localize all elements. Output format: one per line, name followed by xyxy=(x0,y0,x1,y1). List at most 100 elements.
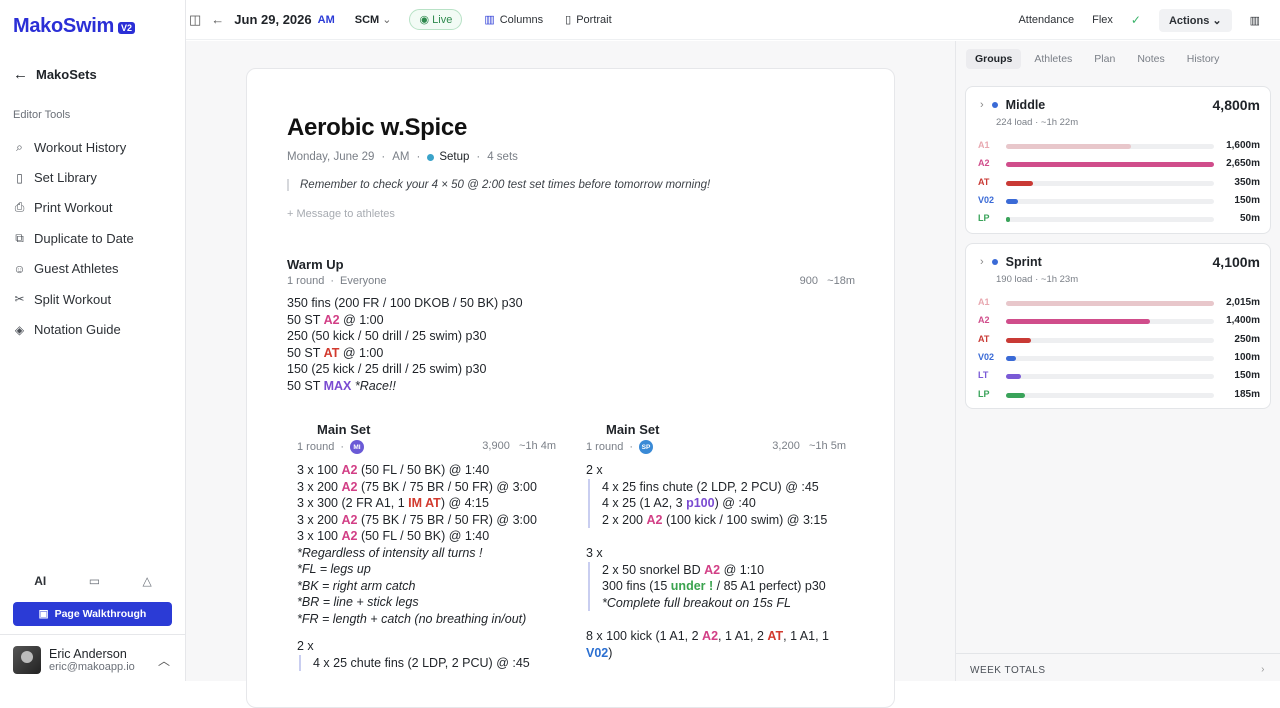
main-set-middle[interactable]: Main Set 1 round · MI 3,900 ~1h 4m 3 x 1… xyxy=(297,422,556,671)
main-set-sprint[interactable]: Main Set 1 round · SP 3,200 ~1h 5m 2 x 4… xyxy=(586,422,856,661)
sidebar-item-duplicate-to-date[interactable]: ⧉ Duplicate to Date xyxy=(13,223,134,253)
page-walkthrough-button[interactable]: ▣ Page Walkthrough xyxy=(13,602,172,626)
workout-type-label: Setup xyxy=(439,151,470,163)
tab-groups[interactable]: Groups xyxy=(966,49,1022,69)
set-totals: 3,200 ~1h 5m xyxy=(772,440,846,452)
columns-button[interactable]: ▥ Columns xyxy=(484,13,543,27)
search-icon: ⌕ xyxy=(16,139,23,154)
columns-icon: ▥ xyxy=(484,14,495,26)
set-lines: 3 x 100 A2 (50 FL / 50 BK) @ 1:40 3 x 20… xyxy=(297,462,556,671)
user-menu[interactable]: Eric Anderson eric@makoapp.io xyxy=(13,646,135,674)
portrait-button[interactable]: ▯ Portrait xyxy=(565,13,612,27)
bar-fill xyxy=(1006,144,1131,149)
set-line: 2 x 200 A2 (100 kick / 100 swim) @ 3:15 xyxy=(602,512,828,527)
group-card-middle[interactable]: › Middle 4,800m 224 load · ~1h 22m A1 1,6… xyxy=(965,86,1271,234)
group-header: › Middle xyxy=(980,98,1045,112)
live-button[interactable]: ◉ Live xyxy=(409,9,463,30)
set-line: 50 ST MAX *Race!! xyxy=(287,378,396,393)
walkthrough-label: Page Walkthrough xyxy=(54,608,147,620)
panel-layout-icon[interactable]: ▥ xyxy=(1250,14,1260,27)
bar-fill xyxy=(1006,180,1034,186)
intensity-value: 150m xyxy=(1234,370,1260,382)
workout-title[interactable]: Aerobic w.Spice xyxy=(287,114,467,142)
bell-icon[interactable]: △ xyxy=(143,574,152,588)
set-block: 4 x 25 fins chute (2 LDP, 2 PCU) @ :45 4… xyxy=(588,478,856,528)
sidebar-item-notation-guide[interactable]: ◈ Notation Guide xyxy=(13,314,134,344)
course-select[interactable]: SCM ⌄ xyxy=(355,13,392,26)
status-dot xyxy=(427,153,435,161)
tab-notes[interactable]: Notes xyxy=(1128,49,1173,69)
message-to-athletes[interactable]: + Message to athletes xyxy=(287,208,395,220)
date-picker[interactable]: Jun 29, 2026 xyxy=(234,12,311,27)
intensity-bar-at: AT 350m xyxy=(978,177,1260,189)
set-line: *BR = line + stick legs xyxy=(297,595,419,609)
week-totals[interactable]: WEEK TOTALS › xyxy=(956,653,1280,681)
user-email: eric@makoapp.io xyxy=(49,661,135,673)
separator: · xyxy=(381,151,386,163)
bar-fill xyxy=(1006,319,1150,325)
group-badge: MI xyxy=(349,440,364,454)
actions-menu-button[interactable]: Actions ⌄ xyxy=(1158,8,1232,32)
sidebar-item-label: Notation Guide xyxy=(34,322,121,338)
set-line: *Regardless of intensity all turns ! xyxy=(297,545,483,560)
chevron-right-icon[interactable]: › xyxy=(980,256,984,268)
set-line: 3 x xyxy=(586,546,603,560)
set-time: ~1h 5m xyxy=(809,440,846,452)
arrow-left-icon: ← xyxy=(13,66,28,83)
sidebar-toggle-icon[interactable]: ◫ xyxy=(189,12,201,28)
sidebar-item-label: Print Workout xyxy=(34,200,113,216)
set-line: 350 fins (200 FR / 100 DKOB / 50 BK) p30 xyxy=(287,296,523,310)
group-name: Sprint xyxy=(1005,255,1042,269)
separator: · xyxy=(629,441,633,453)
set-line: 3 x 100 A2 (50 FL / 50 BK) @ 1:40 xyxy=(297,529,490,543)
intensity-label: A1 xyxy=(978,140,990,150)
set-time: ~18m xyxy=(827,275,855,287)
set-line: 2 x 50 snorkel BD A2 @ 1:10 xyxy=(602,562,765,577)
intensity-value: 2,015m xyxy=(1226,297,1260,308)
set-line: *FL = legs up xyxy=(297,562,371,576)
intensity-value: 250m xyxy=(1234,333,1260,345)
actions-label: Actions xyxy=(1168,14,1210,27)
workout-note[interactable]: Remember to check your 4 × 50 @ 2:00 tes… xyxy=(287,179,710,191)
right-panel: Groups Athletes Plan Notes History › Mid… xyxy=(955,41,1280,681)
book-icon: ▯ xyxy=(16,170,23,185)
flex-button[interactable]: Flex xyxy=(1092,14,1113,26)
chevron-right-icon[interactable]: › xyxy=(980,99,984,111)
sidebar-item-label: Split Workout xyxy=(34,291,112,307)
sidebar-item-workout-history[interactable]: ⌕ Workout History xyxy=(13,132,134,162)
intensity-value: 100m xyxy=(1234,351,1260,363)
set-line: 3 x 200 A2 (75 BK / 75 BR / 50 FR) @ 3:0… xyxy=(297,479,537,494)
bar-track xyxy=(1006,337,1214,343)
user-plus-icon: ☺ xyxy=(13,261,26,276)
editor-tools-label: Editor Tools xyxy=(13,109,71,121)
bar-track xyxy=(1006,217,1214,223)
back-to-makosets[interactable]: ← MakoSets xyxy=(13,66,97,83)
week-totals-label: WEEK TOTALS xyxy=(970,665,1046,676)
intensity-label: AT xyxy=(978,176,990,187)
tab-athletes[interactable]: Athletes xyxy=(1025,49,1081,69)
portrait-label: Portrait xyxy=(576,13,612,26)
ai-tab[interactable]: AI xyxy=(34,574,46,588)
sidebar-item-split-workout[interactable]: ✂ Split Workout xyxy=(13,284,134,314)
set-line: *FR = length + catch (no breathing in/ou… xyxy=(297,611,527,626)
sidebar-item-print-workout[interactable]: ⎙ Print Workout xyxy=(13,193,134,223)
arrow-left-icon[interactable]: ← xyxy=(211,12,224,27)
tab-history[interactable]: History xyxy=(1178,49,1229,69)
workout-type[interactable]: Setup xyxy=(427,151,469,163)
intensity-bar-v02: V02 100m xyxy=(978,352,1260,364)
sidebar-item-set-library[interactable]: ▯ Set Library xyxy=(13,162,134,192)
am-pm-toggle[interactable]: AM xyxy=(318,14,335,26)
sidebar-item-guest-athletes[interactable]: ☺ Guest Athletes xyxy=(13,254,134,284)
warmup-set[interactable]: Warm Up 1 round · Everyone 900 ~18m 350 … xyxy=(287,257,855,394)
set-title: Main Set xyxy=(317,422,371,437)
attendance-button[interactable]: Attendance xyxy=(1018,14,1074,26)
chat-icon[interactable]: ▭ xyxy=(89,574,100,588)
tab-plan[interactable]: Plan xyxy=(1085,49,1124,69)
group-card-sprint[interactable]: › Sprint 4,100m 190 load · ~1h 23m A1 2,0… xyxy=(965,243,1271,409)
chevron-up-icon[interactable]: ︿ xyxy=(158,652,170,669)
logo[interactable]: MakoSwim V2 xyxy=(13,15,135,38)
sidebar-bottom-tabs: AI ▭ △ xyxy=(13,574,173,588)
graduation-cap-icon: ◈ xyxy=(14,322,25,337)
bar-track xyxy=(1006,180,1214,186)
bar-track xyxy=(1006,374,1214,380)
